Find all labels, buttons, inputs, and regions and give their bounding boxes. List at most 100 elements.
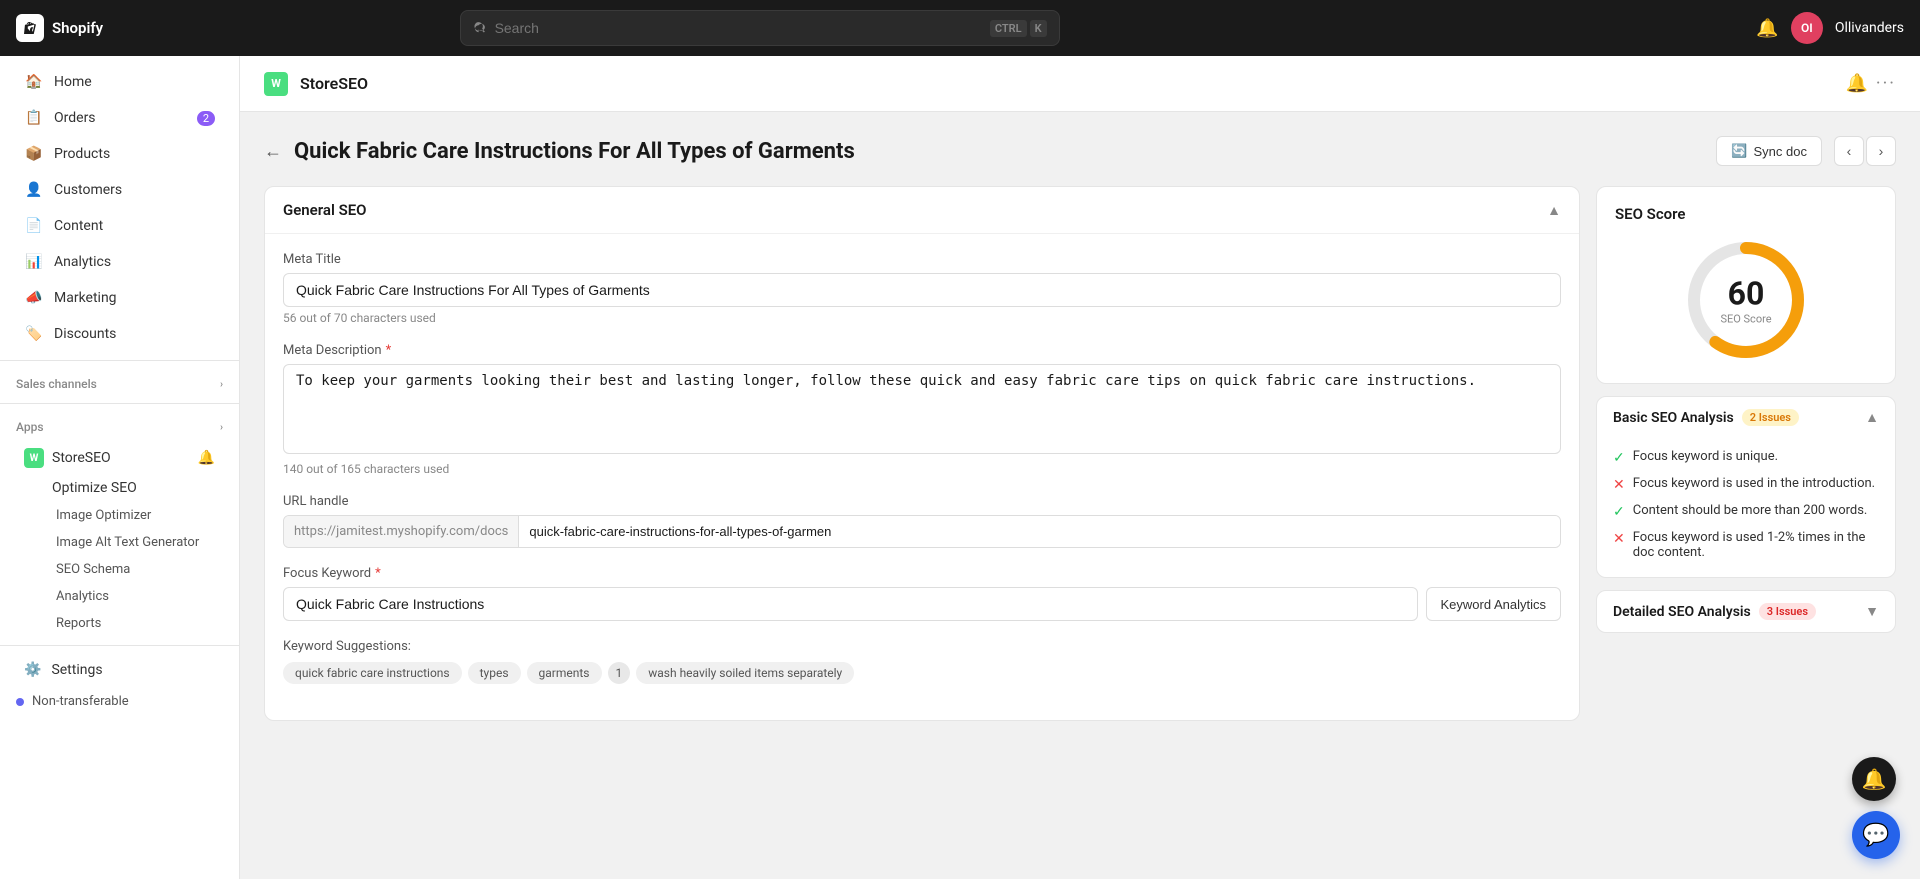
url-handle-group: URL handle https://jamitest.myshopify.co… [283,494,1561,548]
storeseo-label: StoreSEO [52,450,111,466]
check-text-1: Focus keyword is used in the introductio… [1633,476,1875,491]
notification-bell-icon[interactable]: 🔔 [1756,18,1778,39]
sales-channels-chevron-icon: › [220,379,223,390]
nav-arrows: ‹ › [1834,136,1896,166]
url-prefix: https://jamitest.myshopify.com/docs [284,516,519,547]
app-header-icon: W [264,72,288,96]
detailed-seo-title: Detailed SEO Analysis [1613,604,1751,620]
keyword-suggestions-label: Keyword Suggestions: [283,639,1561,654]
analytics-icon: 📊 [24,252,44,272]
meta-title-label: Meta Title [283,252,1561,267]
tag-0[interactable]: quick fabric care instructions [283,662,462,684]
sidebar-item-home[interactable]: 🏠 Home [8,64,231,100]
meta-title-input[interactable] [283,273,1561,307]
donut-center: 60 SEO Score [1720,275,1771,326]
basic-seo-badge: 2 Issues [1742,409,1799,426]
sidebar-analytics[interactable]: Analytics [16,583,223,610]
focus-keyword-input[interactable] [283,587,1418,621]
sidebar-item-products[interactable]: 📦 Products [8,136,231,172]
tag-2[interactable]: garments [527,662,602,684]
tag-1[interactable]: types [468,662,521,684]
sidebar-item-customers[interactable]: 👤 Customers [8,172,231,208]
discounts-icon: 🏷️ [24,324,44,344]
basic-seo-card: Basic SEO Analysis 2 Issues ▲ ✓ Focus ke… [1596,396,1896,578]
shopify-bag-icon [16,14,44,42]
detailed-seo-title-row: Detailed SEO Analysis 3 Issues [1613,603,1816,620]
non-transferable: Non-transferable [0,686,239,717]
next-arrow-button[interactable]: › [1866,136,1896,166]
home-icon: 🏠 [24,72,44,92]
sync-doc-button[interactable]: 🔄 Sync doc [1716,136,1822,166]
page-content: ← Quick Fabric Care Instructions For All… [240,112,1920,745]
shopify-text: Shopify [52,19,103,37]
two-col-layout: General SEO ▲ Meta Title 56 out of 70 ch… [264,186,1896,721]
sidebar-item-content[interactable]: 📄 Content [8,208,231,244]
basic-seo-collapse-icon[interactable]: ▲ [1865,409,1879,426]
apps-section[interactable]: Apps › [0,412,239,438]
url-handle-input[interactable] [519,516,1560,547]
sidebar-storeseo[interactable]: W StoreSEO 🔔 [8,442,231,474]
avatar[interactable]: OI [1791,12,1823,44]
check-item-0: ✓ Focus keyword is unique. [1613,444,1879,471]
sidebar-item-marketing[interactable]: 📣 Marketing [8,280,231,316]
meta-desc-group: Meta Description * To keep your garments… [283,343,1561,476]
sidebar-label-marketing: Marketing [54,290,117,306]
donut-label: SEO Score [1720,313,1771,326]
fab-chat-button[interactable]: 💬 [1852,811,1900,859]
search-bar[interactable]: CTRL K [460,10,1060,46]
apps-label: Apps [16,420,44,434]
fab-container: 🔔 💬 [1852,757,1900,859]
sidebar-item-orders[interactable]: 📋 Orders 2 [8,100,231,136]
tag-4[interactable]: wash heavily soiled items separately [636,662,854,684]
sidebar-item-discounts[interactable]: 🏷️ Discounts [8,316,231,352]
header-dots-icon[interactable]: ··· [1876,73,1896,94]
general-seo-card: General SEO ▲ Meta Title 56 out of 70 ch… [264,186,1580,721]
sidebar-image-alt[interactable]: Image Alt Text Generator [16,529,223,556]
tag-3[interactable]: 1 [608,662,631,684]
check-pass-icon-2: ✓ [1613,504,1625,520]
sidebar-label-home: Home [54,74,92,90]
header-right: 🔔 ··· [1845,73,1896,94]
storeseo-bell-icon[interactable]: 🔔 [198,450,215,466]
donut-number: 60 [1720,275,1771,313]
sidebar-label-content: Content [54,218,103,234]
check-item-1: ✕ Focus keyword is used in the introduct… [1613,471,1879,498]
basic-seo-header: Basic SEO Analysis 2 Issues ▲ [1597,397,1895,438]
image-alt-label: Image Alt Text Generator [56,535,199,550]
focus-keyword-label: Focus Keyword * [283,566,1561,581]
sidebar-reports[interactable]: Reports [16,610,223,637]
app-header: W StoreSEO 🔔 ··· [240,56,1920,112]
meta-title-group: Meta Title 56 out of 70 characters used [283,252,1561,325]
sidebar-settings[interactable]: ⚙️ Settings [8,654,231,686]
general-seo-body: Meta Title 56 out of 70 characters used … [265,234,1579,720]
sidebar-image-optimizer[interactable]: Image Optimizer [16,502,223,529]
check-item-3: ✕ Focus keyword is used 1-2% times in th… [1613,525,1879,565]
seo-schema-label: SEO Schema [56,562,130,577]
store-name: Ollivanders [1835,20,1904,36]
kbd-ctrl: CTRL [990,20,1027,37]
meta-desc-textarea[interactable]: To keep your garments looking their best… [283,364,1561,454]
sidebar-seo-schema[interactable]: SEO Schema [16,556,223,583]
sales-channels-section[interactable]: Sales channels › [0,369,239,395]
prev-arrow-button[interactable]: ‹ [1834,136,1864,166]
keyword-analytics-button[interactable]: Keyword Analytics [1426,587,1562,621]
sidebar-label-customers: Customers [54,182,122,198]
back-arrow-icon[interactable]: ← [264,141,282,162]
sidebar-item-analytics[interactable]: 📊 Analytics [8,244,231,280]
meta-desc-required: * [386,343,392,358]
tags-row: quick fabric care instructions types gar… [283,662,1561,684]
sidebar-label-orders: Orders [54,110,96,126]
settings-icon: ⚙️ [24,662,41,678]
check-pass-icon-0: ✓ [1613,450,1625,466]
header-bell-icon[interactable]: 🔔 [1845,73,1867,94]
detailed-seo-collapse-icon[interactable]: ▼ [1865,603,1879,620]
sidebar-optimize-seo[interactable]: Optimize SEO [16,474,223,502]
general-seo-collapse-icon[interactable]: ▲ [1547,202,1561,219]
reports-label: Reports [56,616,101,631]
fab-notification-button[interactable]: 🔔 [1852,757,1896,801]
marketing-icon: 📣 [24,288,44,308]
search-input[interactable] [495,20,982,36]
orders-icon: 📋 [24,108,44,128]
non-transferable-label: Non-transferable [32,694,129,709]
check-text-2: Content should be more than 200 words. [1633,503,1868,518]
